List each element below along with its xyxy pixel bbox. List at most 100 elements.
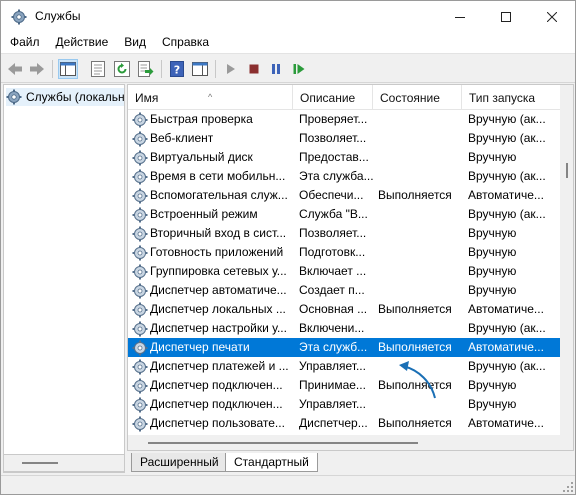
service-description: Подготовк... [299,245,366,259]
column-header-status[interactable]: Состояние [373,85,462,110]
service-row[interactable]: Группировка сетевых у... Включает ... Вруч… [128,262,560,281]
service-name: Готовность приложений [150,245,284,259]
list-horizontal-scrollbar[interactable] [128,435,573,450]
service-gear-icon [132,397,148,412]
scrollbar-thumb[interactable] [148,442,418,444]
services-list: Быстрая проверка Проверяет... Вручную (ак.… [128,110,560,433]
menu-help[interactable]: Справка [155,32,216,53]
column-header-label: Имя [135,91,159,105]
minimize-button[interactable] [437,1,483,32]
service-row[interactable]: Вторичный вход в сист... Позволяет... Вруч… [128,224,560,243]
service-row[interactable]: Веб-клиент Позволяет... Вручную (ак... [128,129,560,148]
close-button[interactable] [529,1,575,32]
service-startup-type: Вручную [468,378,517,392]
service-name: Время в сети мобильн... [150,169,286,183]
service-description: Управляет... [299,397,366,411]
menu-file[interactable]: Файл [3,32,47,53]
service-row[interactable]: Диспетчер платежей и ... Управляет... Вруч… [128,357,560,376]
service-name: Диспетчер подключен... [150,397,283,411]
toolbar-separator [161,60,162,78]
export-list-icon [138,61,154,77]
pause-service-icon [272,64,280,74]
service-status: Выполняется [378,340,452,354]
title-bar[interactable]: Службы [1,1,575,32]
service-name: Диспетчер печати [150,340,250,354]
back-button[interactable] [5,59,25,79]
service-row[interactable]: Диспетчер подключен... Принимае... Выполня… [128,376,560,395]
service-row[interactable]: Диспетчер автоматиче... Создает п... Вручн… [128,281,560,300]
service-gear-icon [132,359,148,374]
maximize-button[interactable] [483,1,529,32]
service-gear-icon [132,264,148,279]
column-header-label: Состояние [380,91,440,105]
service-gear-icon [132,416,148,431]
service-name: Встроенный режим [150,207,258,221]
service-name-cell: Диспетчер подключен... [132,395,290,414]
properties-button[interactable] [88,59,108,79]
service-name-cell: Диспетчер платежей и ... [132,357,290,376]
service-status: Выполняется [378,188,452,202]
column-header-startup-type[interactable]: Тип запуска [462,85,560,110]
tree-item-services-local[interactable]: Службы (локальные) [6,88,124,106]
tree-horizontal-scrollbar[interactable] [3,454,125,472]
list-vertical-scrollbar[interactable] [560,85,573,435]
menu-action[interactable]: Действие [49,32,116,53]
service-description: Создает п... [299,283,365,297]
service-row[interactable]: Время в сети мобильн... Эта служба... Вруч… [128,167,560,186]
show-hide-pane-button[interactable] [190,59,210,79]
service-description: Предостав... [299,150,369,164]
service-row[interactable]: Виртуальный диск Предостав... Вручную [128,148,560,167]
column-header-name[interactable]: Имя ^ [128,85,293,110]
service-description: Позволяет... [299,131,367,145]
service-description: Проверяет... [299,112,368,126]
help-icon: ? [170,61,184,77]
service-startup-type: Автоматиче... [468,188,544,202]
service-name-cell: Вспомогательная служ... [132,186,290,205]
service-row[interactable]: Готовность приложений Подготовк... Вручную [128,243,560,262]
service-description: Включени... [299,321,365,335]
service-row[interactable]: Диспетчер локальных ... Основная ... Выпол… [128,300,560,319]
scrollbar-thumb[interactable] [566,163,568,178]
service-row[interactable]: Диспетчер настройки у... Включени... Вручн… [128,319,560,338]
console-tree-pane: Службы (локальные) [3,84,125,473]
help-button[interactable]: ? [167,59,187,79]
service-description: Эта служб... [299,340,368,354]
refresh-button[interactable] [112,59,132,79]
tab-standard[interactable]: Стандартный [225,453,318,472]
service-name-cell: Время в сети мобильн... [132,167,290,186]
service-name-cell: Виртуальный диск [132,148,290,167]
service-gear-icon [132,226,148,241]
start-service-button[interactable] [221,59,241,79]
service-status: Выполняется [378,416,452,430]
service-description: Позволяет... [299,226,367,240]
service-row[interactable]: Быстрая проверка Проверяет... Вручную (ак.… [128,110,560,129]
services-list-pane: Имя ^ Описание Состояние Тип запуска Быс… [127,84,574,451]
service-row[interactable]: Диспетчер печати Эта служб... Выполняется А… [128,338,560,357]
menu-view[interactable]: Вид [117,32,153,53]
service-name-cell: Диспетчер подключен... [132,376,290,395]
service-startup-type: Вручную (ак... [468,131,546,145]
service-row[interactable]: Вспомогательная служ... Обеспечи... Выполн… [128,186,560,205]
stop-service-button[interactable] [244,59,264,79]
export-list-button[interactable] [136,59,156,79]
restart-service-button[interactable] [289,59,309,79]
services-gear-icon [11,9,27,25]
service-status: Выполняется [378,302,452,316]
resize-grip-icon[interactable] [563,482,573,492]
service-row[interactable]: Встроенный режим Служба "В... Вручную (ак.… [128,205,560,224]
service-description: Принимае... [299,378,366,392]
service-startup-type: Вручную (ак... [468,169,546,183]
service-gear-icon [132,378,148,393]
show-tree-button[interactable] [58,59,78,79]
service-row[interactable]: Диспетчер подключен... Управляет... Вручну… [128,395,560,414]
tab-extended[interactable]: Расширенный [131,453,228,472]
column-header-description[interactable]: Описание [293,85,373,110]
pause-service-button[interactable] [266,59,286,79]
service-name: Виртуальный диск [150,150,253,164]
start-service-icon [227,64,235,74]
scrollbar-thumb[interactable] [22,462,58,464]
service-row[interactable]: Диспетчер пользовате... Диспетчер... Выпол… [128,414,560,433]
restart-service-icon [293,64,305,74]
service-gear-icon [132,112,148,127]
forward-button[interactable] [27,59,47,79]
